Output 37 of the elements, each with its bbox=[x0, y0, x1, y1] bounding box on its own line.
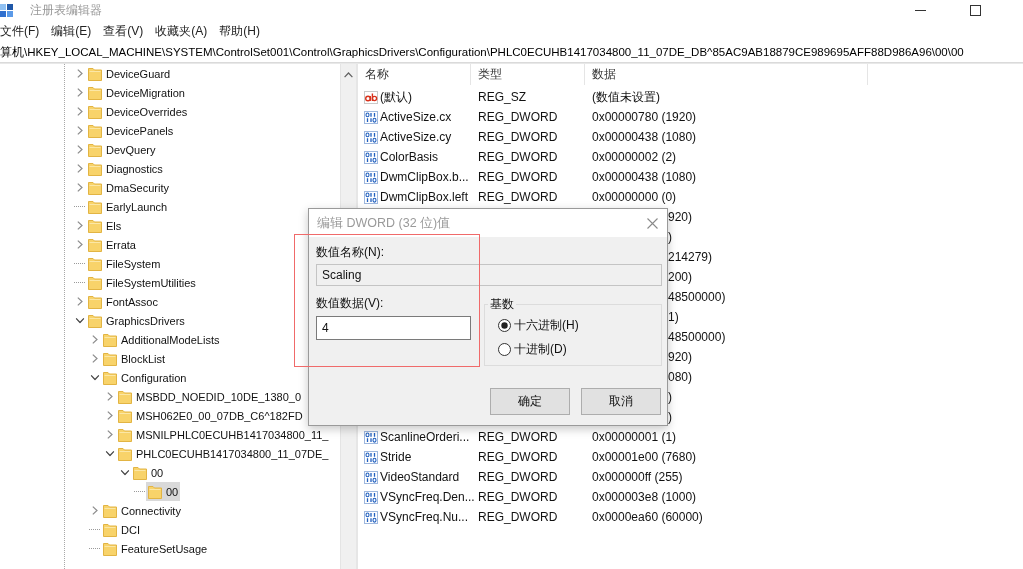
value-data: 0x00001e00 (7680) bbox=[591, 450, 698, 464]
value-data: 0x000000ff (255) bbox=[591, 470, 684, 484]
value-data: 080) bbox=[668, 370, 693, 384]
value-data: 200) bbox=[668, 270, 693, 284]
value-data: 0x000003e8 (1000) bbox=[591, 490, 698, 504]
group-title: 基数 bbox=[489, 296, 515, 313]
value-type: REG_DWORD bbox=[477, 170, 559, 184]
value-data: 0x00000002 (2) bbox=[591, 150, 678, 164]
value-type: REG_DWORD bbox=[477, 190, 559, 204]
value-data: 48500000) bbox=[668, 330, 726, 344]
value-data: ) bbox=[668, 230, 672, 244]
value-type: REG_DWORD bbox=[477, 470, 559, 484]
value-type: REG_DWORD bbox=[477, 130, 559, 144]
value-data: 0x00000438 (1080) bbox=[591, 130, 698, 144]
value-type: REG_DWORD bbox=[477, 450, 559, 464]
window-title: 注册表编辑器 bbox=[30, 2, 102, 19]
value-data: 1) bbox=[668, 310, 679, 324]
value-data: 0x00000001 (1) bbox=[591, 430, 678, 444]
value-data: 0x0000ea60 (60000) bbox=[591, 510, 704, 524]
field-label: 数值名称(N): bbox=[316, 245, 385, 260]
value-type: REG_DWORD bbox=[477, 110, 559, 124]
value-data: (数值未设置) bbox=[591, 88, 661, 106]
value-type: REG_DWORD bbox=[477, 150, 559, 164]
value-data: 48500000) bbox=[668, 290, 726, 304]
field-label: 数值数据(V): bbox=[316, 296, 385, 311]
value-data: ) bbox=[668, 390, 672, 404]
value-data: 920) bbox=[668, 210, 693, 224]
value-type: REG_SZ bbox=[477, 90, 527, 104]
value-data: 214279) bbox=[668, 250, 713, 264]
value-data: 0x00000000 (0) bbox=[591, 190, 678, 204]
value-type: REG_DWORD bbox=[477, 510, 559, 524]
dialog-title: 编辑 DWORD (32 位)值 bbox=[317, 214, 451, 232]
value-type: REG_DWORD bbox=[477, 430, 559, 444]
value-data: ) bbox=[668, 410, 672, 424]
value-data: 0x00000438 (1080) bbox=[591, 170, 698, 184]
value-data: 920) bbox=[668, 350, 693, 364]
value-data: 0x00000780 (1920) bbox=[591, 110, 698, 124]
